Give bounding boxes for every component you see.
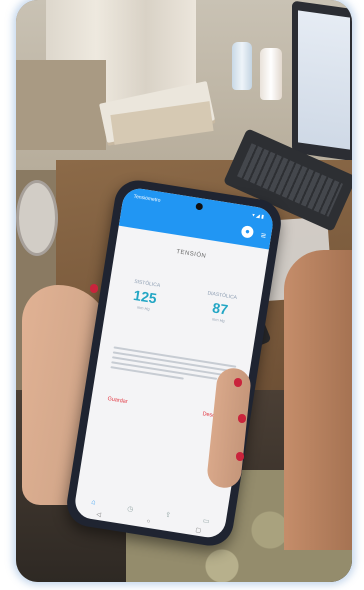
right-arm <box>284 250 352 550</box>
status-icons: ▾ ◢ ▮ <box>251 212 265 221</box>
system-back-icon[interactable]: ◁ <box>96 511 102 519</box>
monitor-screen <box>298 10 350 150</box>
shelf <box>16 60 106 150</box>
water-bottle <box>232 42 252 90</box>
desk-fan <box>16 180 58 256</box>
photo-frame: Tensiómetro ▾ ◢ ▮ ● ≡ TENSIÓN SISTÓLICA … <box>16 0 352 582</box>
fingernail <box>234 378 242 387</box>
system-recents-icon[interactable]: ▢ <box>195 526 202 534</box>
metric-diastolic: DIASTÓLICA 87 mm Hg <box>203 290 237 324</box>
settings-icon[interactable]: ▭ <box>202 517 210 526</box>
fingernail <box>90 284 98 293</box>
home-icon[interactable]: ⌂ <box>91 499 96 508</box>
system-home-icon[interactable]: ○ <box>146 519 151 526</box>
white-bottle <box>260 48 282 100</box>
account-icon[interactable]: ● <box>240 225 255 239</box>
metric-systolic: SISTÓLICA 125 mm Hg <box>130 279 160 313</box>
app-title: Tensiómetro <box>133 193 161 204</box>
history-icon[interactable]: ◷ <box>127 505 134 514</box>
fingernail <box>236 452 244 461</box>
metrics-row: SISTÓLICA 125 mm Hg DIASTÓLICA 87 mm Hg <box>106 275 261 328</box>
menu-icon[interactable]: ≡ <box>260 230 267 241</box>
save-button[interactable]: Guardar <box>107 396 128 405</box>
fingernail <box>238 414 246 423</box>
action-row: Guardar Descartar <box>107 396 226 421</box>
front-camera <box>195 202 204 211</box>
share-icon[interactable]: ⇪ <box>165 511 172 520</box>
